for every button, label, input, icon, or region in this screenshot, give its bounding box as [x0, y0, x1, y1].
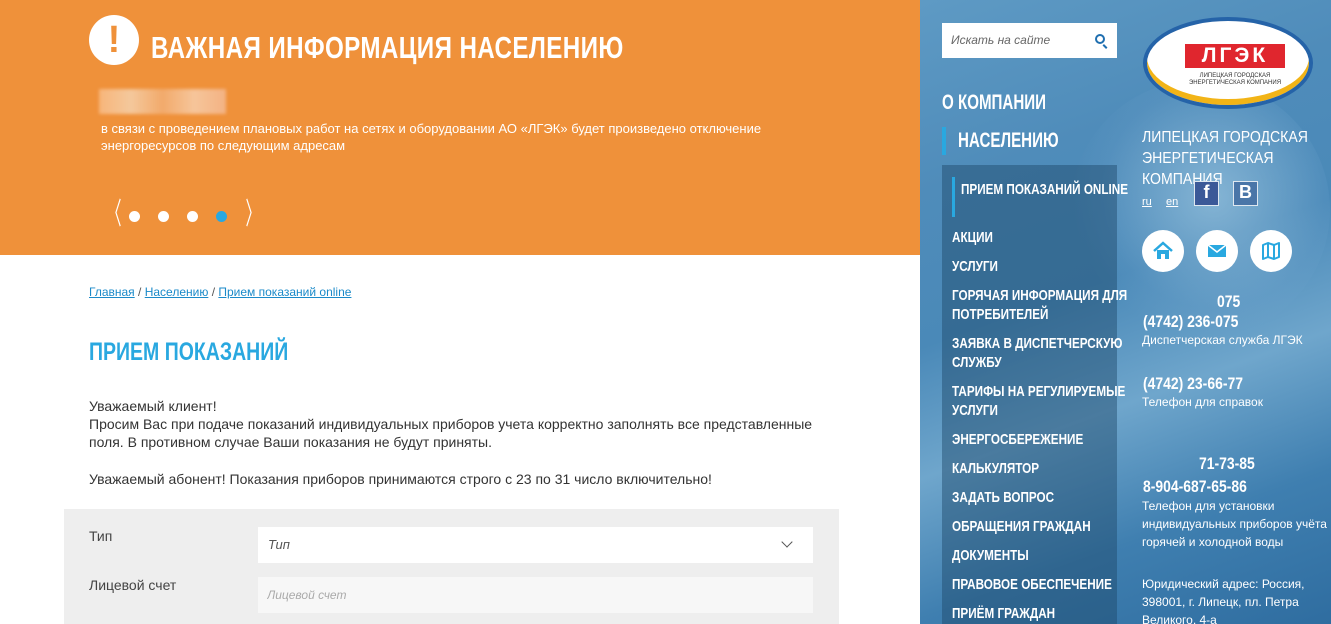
account-label: Лицевой счет — [89, 577, 177, 593]
slider-next-button[interactable]: 〉 — [246, 200, 261, 230]
info-phone[interactable]: (4742) 23-66-77 — [1143, 374, 1243, 394]
info-description: Телефон для справок — [1142, 395, 1263, 409]
subnav-item-services[interactable]: УСЛУГИ — [952, 257, 1128, 276]
mail-icon — [1207, 244, 1227, 257]
facebook-icon[interactable]: f — [1194, 181, 1219, 206]
map-icon — [1262, 242, 1280, 260]
company-logo[interactable]: ЛГЭК ЛИПЕЦКАЯ ГОРОДСКАЯ ЭНЕРГЕТИЧЕСКАЯ К… — [1143, 17, 1313, 109]
install-phone[interactable]: 8-904-687-65-86 — [1143, 477, 1247, 497]
subnav-item-promotions[interactable]: АКЦИИ — [952, 228, 1128, 247]
nav-item-company[interactable]: О КОМПАНИИ — [942, 91, 1046, 115]
breadcrumb-separator: / — [211, 285, 216, 299]
subnav-item-documents[interactable]: ДОКУМЕНТЫ — [952, 546, 1128, 565]
exclamation-icon: ! — [89, 15, 139, 65]
subnav-item-calculator[interactable]: КАЛЬКУЛЯТОР — [952, 459, 1128, 478]
slider-dot-1[interactable] — [129, 211, 140, 222]
right-sidebar: Искать на сайте О КОМПАНИИ НАСЕЛЕНИЮ ПРИ… — [920, 0, 1331, 624]
subnav-item-ask-question[interactable]: ЗАДАТЬ ВОПРОС — [952, 488, 1128, 507]
home-icon — [1153, 241, 1173, 259]
slider-dot-3[interactable] — [187, 211, 198, 222]
intro-body: Просим Вас при подаче показаний индивиду… — [89, 416, 813, 450]
install-description: Телефон для установки индивидуальных при… — [1142, 499, 1327, 549]
dispatch-description: Диспетчерская служба ЛГЭК — [1142, 333, 1303, 347]
nav-active-indicator — [942, 127, 946, 155]
intro-text: Уважаемый клиент! Просим Вас при подаче … — [89, 397, 829, 451]
type-label: Тип — [89, 528, 113, 544]
subnav-active-indicator — [952, 177, 955, 217]
subnav-item-tariffs[interactable]: ТАРИФЫ НА РЕГУЛИРУЕМЫЕ УСЛУГИ — [952, 382, 1128, 420]
search-placeholder: Искать на сайте — [951, 33, 1051, 47]
account-input[interactable] — [258, 577, 813, 613]
chevron-down-icon — [781, 536, 793, 548]
dispatch-phone[interactable]: (4742) 236-075 — [1143, 312, 1238, 332]
lang-en-link[interactable]: en — [1166, 196, 1178, 208]
banner-title: ВАЖНАЯ ИНФОРМАЦИЯ НАСЕЛЕНИЮ — [151, 30, 624, 65]
subnav-item-hot-info[interactable]: ГОРЯЧАЯ ИНФОРМАЦИЯ ДЛЯ ПОТРЕБИТЕЛЕЙ — [952, 286, 1128, 324]
subnav-item-energy-saving[interactable]: ЭНЕРГОСБЕРЕЖЕНИЕ — [952, 430, 1128, 449]
map-button[interactable] — [1250, 230, 1292, 272]
lang-ru-link[interactable]: ru — [1142, 196, 1152, 208]
breadcrumb-separator: / — [138, 285, 142, 299]
slider-dot-2[interactable] — [158, 211, 169, 222]
nav-item-population[interactable]: НАСЕЛЕНИЮ — [958, 129, 1059, 153]
logo-text: ЛГЭК — [1185, 44, 1285, 68]
subnav-item-dispatch-request[interactable]: ЗАЯВКА В ДИСПЕТЧЕРСКУЮ СЛУЖБУ — [952, 334, 1128, 372]
legal-address: Юридический адрес: Россия, 398001, г. Ли… — [1142, 577, 1305, 624]
subnav-item-legal[interactable]: ПРАВОВОЕ ОБЕСПЕЧЕНИЕ — [952, 575, 1128, 594]
install-short-number[interactable]: 71-73-85 — [1199, 454, 1255, 474]
readings-form: Тип Тип Лицевой счет — [64, 509, 839, 624]
search-icon[interactable] — [1095, 34, 1105, 44]
slider-prev-button[interactable]: 〈 — [107, 200, 122, 230]
vk-icon[interactable]: B — [1233, 181, 1258, 206]
page-title: ПРИЕМ ПОКАЗАНИЙ — [89, 338, 289, 366]
subnav-item-citizen-reception[interactable]: ПРИЁМ ГРАЖДАН — [952, 604, 1128, 623]
type-select-value: Тип — [268, 537, 290, 552]
subnav-item-readings-online[interactable]: ПРИЕМ ПОКАЗАНИЙ ONLINE — [961, 180, 1137, 199]
intro-greeting: Уважаемый клиент! — [89, 398, 217, 414]
breadcrumb-current[interactable]: Прием показаний online — [218, 285, 351, 299]
subnav-item-citizen-appeals[interactable]: ОБРАЩЕНИЯ ГРАЖДАН — [952, 517, 1128, 536]
search-input[interactable]: Искать на сайте — [942, 23, 1117, 58]
banner-text[interactable]: в связи с проведением плановых работ на … — [101, 120, 831, 154]
type-select[interactable]: Тип — [258, 527, 813, 563]
slider-dot-4[interactable] — [216, 211, 227, 222]
breadcrumb-section[interactable]: Населению — [145, 285, 209, 299]
dispatch-short-number[interactable]: 075 — [1217, 292, 1240, 312]
company-name: ЛИПЕЦКАЯ ГОРОДСКАЯ ЭНЕРГЕТИЧЕСКАЯ КОМПАН… — [1142, 129, 1308, 188]
info-banner: ! ВАЖНАЯ ИНФОРМАЦИЯ НАСЕЛЕНИЮ в связи с … — [0, 0, 920, 255]
deadline-notice: Уважаемый абонент! Показания приборов пр… — [89, 471, 712, 487]
blurred-date — [99, 89, 226, 114]
logo-subtitle: ЛИПЕЦКАЯ ГОРОДСКАЯ ЭНЕРГЕТИЧЕСКАЯ КОМПАН… — [1188, 73, 1282, 86]
breadcrumb-home[interactable]: Главная — [89, 285, 135, 299]
mail-button[interactable] — [1196, 230, 1238, 272]
home-button[interactable] — [1142, 230, 1184, 272]
breadcrumb: Главная / Населению / Прием показаний on… — [89, 285, 351, 299]
